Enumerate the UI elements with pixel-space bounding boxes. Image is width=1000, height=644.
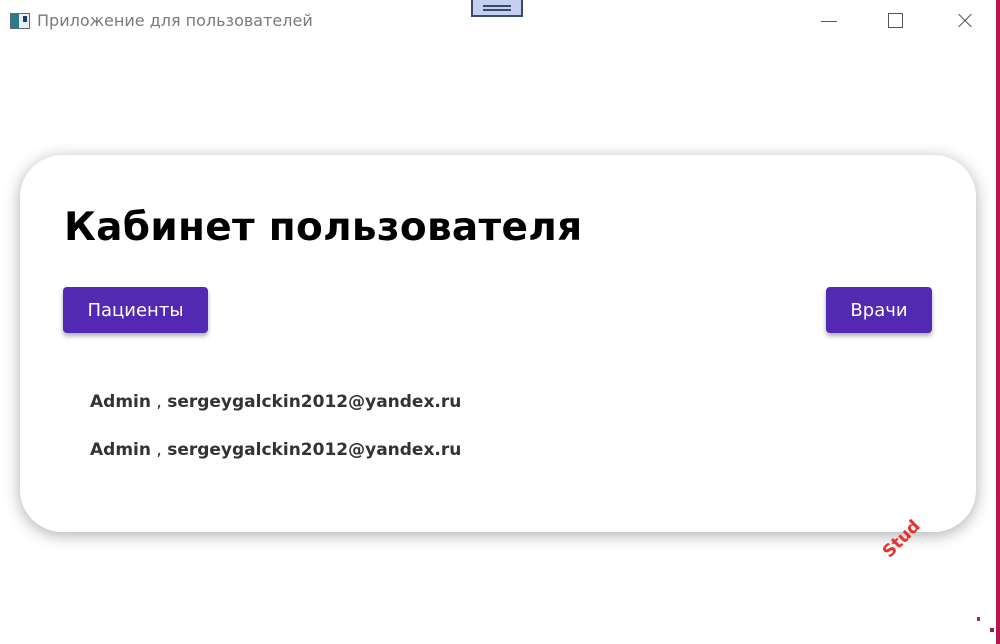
user-role: Admin [90,440,151,460]
maximize-icon [888,13,903,28]
minimize-button[interactable] [806,0,852,42]
app-icon [10,13,30,29]
separator: , [156,440,162,460]
user-role: Admin [90,392,151,412]
patients-button[interactable]: Пациенты [63,287,208,333]
user-list: Admin , sergeygalckin2012@yandex.ru Admi… [90,392,461,488]
separator: , [156,392,162,412]
maximize-button[interactable] [872,0,918,42]
page-title: Кабинет пользователя [64,205,583,250]
doctors-button[interactable]: Врачи [826,287,932,333]
minimize-icon [821,21,837,22]
window-title: Приложение для пользователей [37,11,313,30]
grip-handle-icon[interactable] [471,0,523,17]
edge-mark [990,628,994,632]
list-item[interactable]: Admin , sergeygalckin2012@yandex.ru [90,392,461,440]
title-bar[interactable]: Приложение для пользователей [0,0,996,42]
user-email: sergeygalckin2012@yandex.ru [167,392,462,412]
user-cabinet-card: Кабинет пользователя Пациенты Врачи Admi… [20,155,976,532]
close-button[interactable] [941,0,987,42]
edge-mark [977,617,980,621]
window-border [996,0,1000,644]
list-item[interactable]: Admin , sergeygalckin2012@yandex.ru [90,440,461,488]
user-email: sergeygalckin2012@yandex.ru [167,440,462,460]
